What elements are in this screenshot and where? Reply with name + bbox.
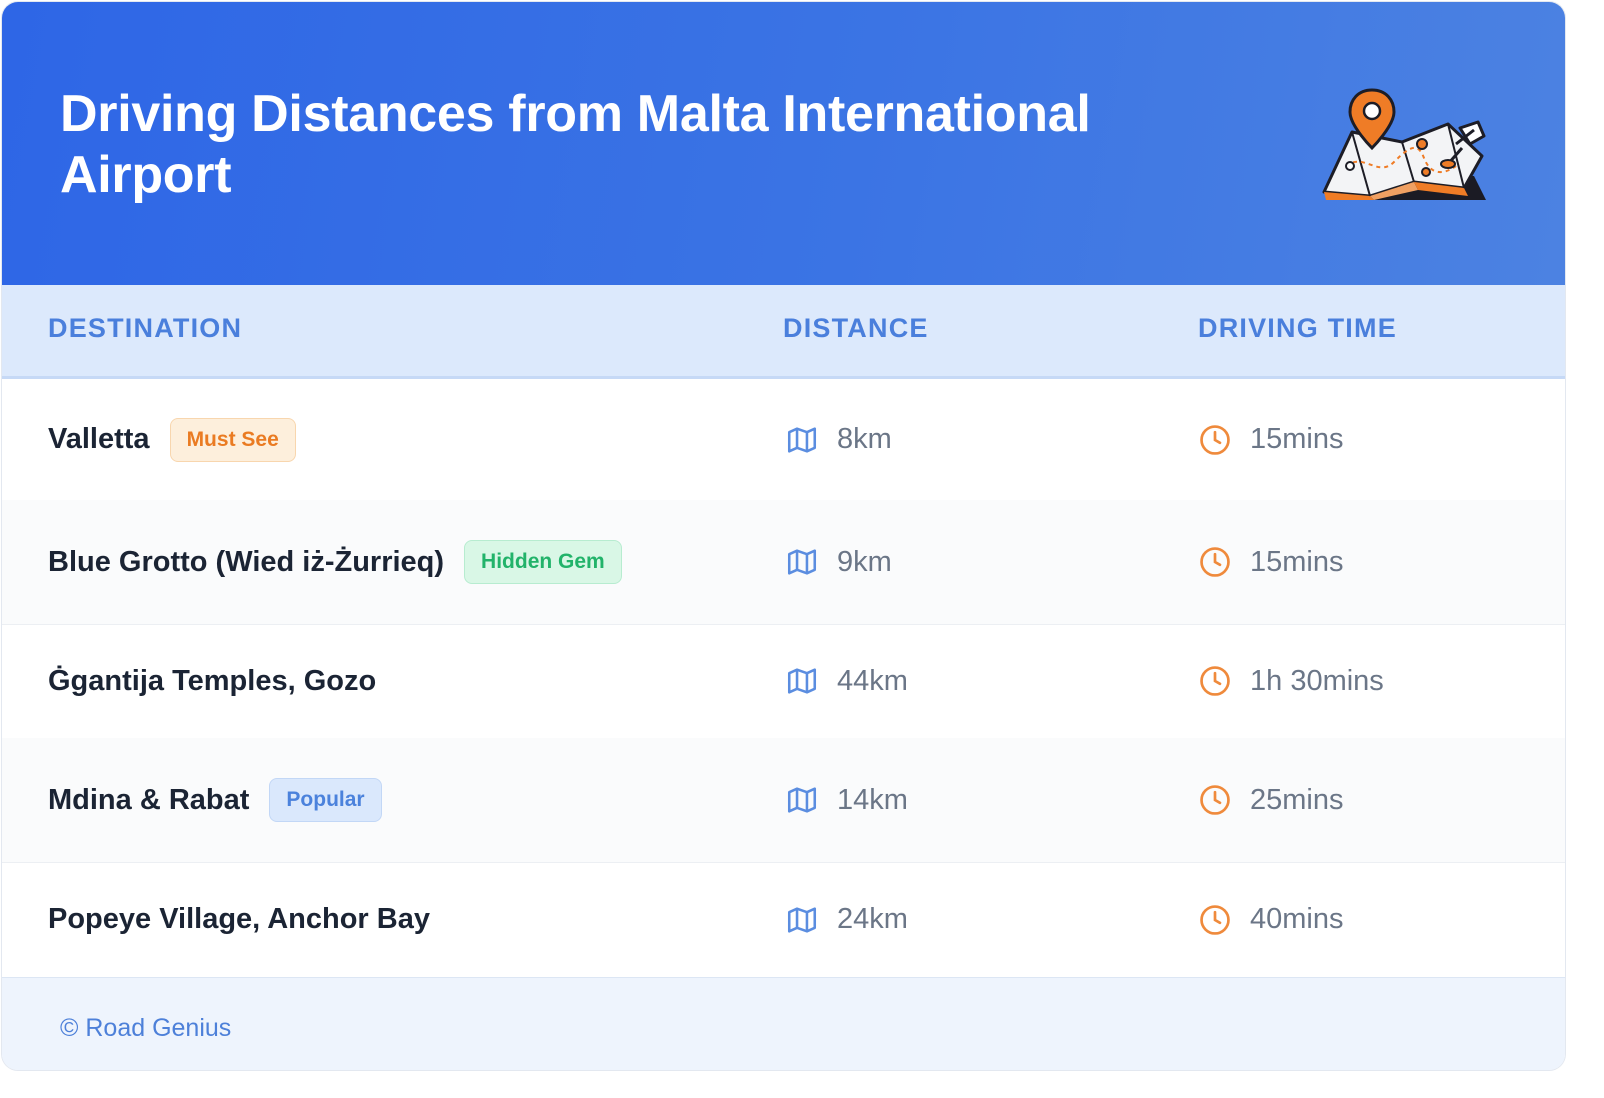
distance-value: 24km — [837, 903, 908, 935]
map-icon — [785, 903, 819, 937]
clock-icon — [1198, 783, 1232, 817]
destination-name: Mdina & Rabat — [48, 783, 250, 816]
destination-cell: Blue Grotto (Wied iż-Żurrieq) Hidden Gem — [48, 500, 622, 624]
destination-badge: Popular — [269, 778, 382, 822]
destination-badge: Must See — [169, 417, 296, 462]
footer: © Road Genius — [2, 977, 1565, 1070]
table-row: Valletta Must See 8km 15mins — [2, 379, 1565, 501]
destination-name: Blue Grotto (Wied iż-Żurrieq) — [48, 545, 445, 578]
distance-cell: 14km — [785, 738, 908, 862]
distance-cell: 24km — [785, 862, 908, 977]
distance-value: 44km — [837, 664, 908, 697]
driving-time-value: 25mins — [1250, 783, 1344, 816]
destination-badge: Hidden Gem — [464, 540, 622, 584]
map-icon — [785, 423, 819, 457]
map-icon — [785, 783, 819, 817]
table-row: Popeye Village, Anchor Bay 24km 40mins — [2, 862, 1565, 978]
distance-card: Driving Distances from Malta Internation… — [2, 2, 1565, 1070]
destination-name: Valletta — [48, 423, 150, 455]
distance-cell: 8km — [785, 379, 892, 500]
driving-time-cell: 40mins — [1198, 862, 1344, 977]
distance-value: 9km — [837, 545, 892, 578]
table-row: Ġgantija Temples, Gozo 44km 1h 30mins — [2, 624, 1565, 739]
clock-icon — [1198, 664, 1232, 698]
distance-cell: 9km — [785, 500, 892, 624]
driving-time-value: 40mins — [1250, 903, 1344, 935]
clock-icon — [1198, 423, 1232, 457]
driving-time-value: 15mins — [1250, 423, 1344, 455]
driving-time-value: 1h 30mins — [1250, 664, 1384, 697]
clock-icon — [1198, 903, 1232, 937]
driving-time-value: 15mins — [1250, 545, 1344, 578]
destination-name: Popeye Village, Anchor Bay — [48, 903, 430, 935]
distance-value: 14km — [837, 783, 908, 816]
destination-cell: Mdina & Rabat Popular — [48, 738, 382, 862]
distance-cell: 44km — [785, 624, 908, 738]
distance-value: 8km — [837, 423, 892, 455]
header-banner: Driving Distances from Malta Internation… — [2, 2, 1565, 285]
footer-credit: © Road Genius — [60, 1014, 232, 1042]
destination-cell: Ġgantija Temples, Gozo — [48, 624, 376, 738]
map-icon — [785, 664, 819, 698]
destination-cell: Valletta Must See — [48, 379, 296, 500]
column-header-distance: DISTANCE — [783, 313, 929, 343]
column-header-driving-time: DRIVING TIME — [1198, 313, 1397, 343]
driving-time-cell: 1h 30mins — [1198, 624, 1384, 738]
driving-time-cell: 15mins — [1198, 500, 1344, 624]
destination-name: Ġgantija Temples, Gozo — [48, 664, 377, 697]
table-row: Mdina & Rabat Popular 14km 25mins — [2, 738, 1565, 863]
clock-icon — [1198, 545, 1232, 579]
destination-cell: Popeye Village, Anchor Bay — [48, 862, 430, 977]
table-row: Blue Grotto (Wied iż-Żurrieq) Hidden Gem 9… — [2, 500, 1565, 625]
page-title: Driving Distances from Malta Internation… — [60, 85, 1091, 204]
column-header-destination: DESTINATION — [48, 313, 243, 343]
table-header: DESTINATION DISTANCE DRIVING TIME — [2, 285, 1565, 379]
map-icon — [785, 545, 819, 579]
map-with-pins-icon — [1322, 88, 1486, 200]
driving-time-cell: 25mins — [1198, 738, 1344, 862]
driving-time-cell: 15mins — [1198, 379, 1344, 500]
